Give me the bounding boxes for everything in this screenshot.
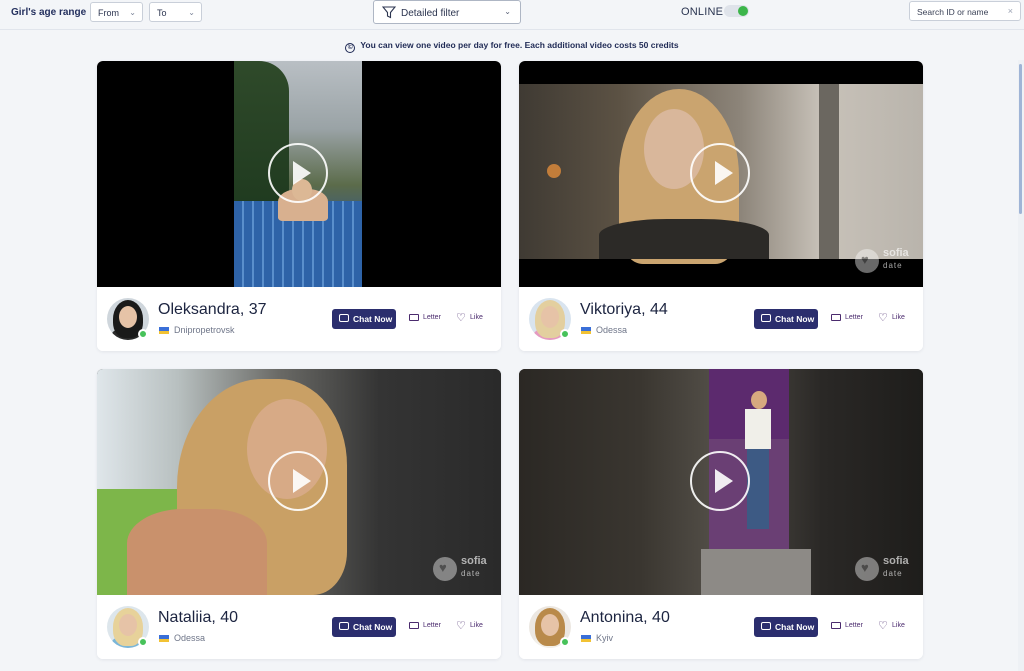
like-label: Like bbox=[470, 314, 483, 321]
scrollbar-thumb[interactable] bbox=[1019, 64, 1022, 214]
profile-name[interactable]: Nataliia, 40 bbox=[158, 609, 238, 627]
clear-icon[interactable]: × bbox=[1008, 6, 1013, 16]
online-status-dot bbox=[138, 637, 148, 647]
video-preview[interactable]: sofia date bbox=[97, 369, 501, 595]
profile-city: Odessa bbox=[174, 633, 206, 643]
envelope-icon bbox=[409, 622, 419, 629]
like-button[interactable]: ♡ Like bbox=[878, 312, 905, 324]
age-from-value: From bbox=[98, 8, 119, 18]
like-label: Like bbox=[892, 622, 905, 629]
letter-button[interactable]: Letter bbox=[831, 622, 863, 629]
online-status-dot bbox=[560, 637, 570, 647]
age-from-select[interactable]: From ⌄ bbox=[90, 2, 143, 22]
watermark-logo: sofia date bbox=[855, 247, 913, 275]
play-icon[interactable] bbox=[690, 143, 750, 203]
chat-icon bbox=[339, 314, 349, 322]
credits-icon: © bbox=[345, 43, 356, 53]
notice-text: You can view one video per day for free.… bbox=[360, 40, 679, 50]
letter-label: Letter bbox=[423, 314, 441, 321]
letter-button[interactable]: Letter bbox=[831, 314, 863, 321]
like-label: Like bbox=[892, 314, 905, 321]
ukraine-flag-icon bbox=[159, 327, 169, 334]
online-label: ONLINE bbox=[681, 6, 724, 18]
profile-name[interactable]: Antonina, 40 bbox=[580, 609, 670, 627]
search-input[interactable]: Search ID or name × bbox=[909, 1, 1021, 21]
ukraine-flag-icon bbox=[159, 635, 169, 642]
video-credits-notice: © You can view one video per day for free… bbox=[0, 40, 1024, 53]
play-icon[interactable] bbox=[690, 451, 750, 511]
profile-name[interactable]: Viktoriya, 44 bbox=[580, 301, 668, 319]
play-icon[interactable] bbox=[268, 143, 328, 203]
chat-icon bbox=[761, 314, 771, 322]
like-button[interactable]: ♡ Like bbox=[456, 312, 483, 324]
letter-button[interactable]: Letter bbox=[409, 622, 441, 629]
profile-info: Oleksandra, 37 Dnipropetrovsk Chat Now L… bbox=[97, 287, 501, 351]
toggle-knob bbox=[738, 6, 748, 16]
letter-label: Letter bbox=[845, 622, 863, 629]
heart-icon: ♡ bbox=[456, 620, 466, 632]
chat-now-label: Chat Now bbox=[775, 622, 815, 632]
chat-now-label: Chat Now bbox=[775, 314, 815, 324]
letter-label: Letter bbox=[423, 622, 441, 629]
chat-now-button[interactable]: Chat Now bbox=[754, 617, 818, 637]
chat-icon bbox=[339, 622, 349, 630]
letter-button[interactable]: Letter bbox=[409, 314, 441, 321]
chevron-down-icon: ⌄ bbox=[188, 8, 195, 17]
profile-name[interactable]: Oleksandra, 37 bbox=[158, 301, 267, 319]
online-toggle[interactable] bbox=[724, 5, 749, 17]
envelope-icon bbox=[409, 314, 419, 321]
chevron-down-icon: ⌄ bbox=[504, 7, 511, 16]
letter-label: Letter bbox=[845, 314, 863, 321]
online-status-dot bbox=[138, 329, 148, 339]
detailed-filter-button[interactable]: Detailed filter ⌄ bbox=[373, 0, 521, 24]
age-to-value: To bbox=[157, 8, 167, 18]
heart-icon: ♡ bbox=[878, 620, 888, 632]
like-button[interactable]: ♡ Like bbox=[878, 620, 905, 632]
chat-now-button[interactable]: Chat Now bbox=[754, 309, 818, 329]
profile-city: Odessa bbox=[596, 325, 628, 335]
age-to-select[interactable]: To ⌄ bbox=[149, 2, 202, 22]
filter-bar: Girl's age range From ⌄ To ⌄ Detailed fi… bbox=[0, 0, 1024, 30]
chevron-down-icon: ⌄ bbox=[129, 8, 136, 17]
like-button[interactable]: ♡ Like bbox=[456, 620, 483, 632]
like-label: Like bbox=[470, 622, 483, 629]
detailed-filter-label: Detailed filter bbox=[401, 8, 460, 19]
chat-now-label: Chat Now bbox=[353, 622, 393, 632]
watermark-logo: sofia date bbox=[433, 555, 491, 583]
ukraine-flag-icon bbox=[581, 327, 591, 334]
chat-icon bbox=[761, 622, 771, 630]
video-preview[interactable]: sofia date bbox=[519, 369, 923, 595]
profile-info: Antonina, 40 Kyiv Chat Now Letter ♡ Like bbox=[519, 595, 923, 659]
online-status-dot bbox=[560, 329, 570, 339]
heart-icon: ♡ bbox=[878, 312, 888, 324]
filter-icon bbox=[382, 6, 396, 19]
ukraine-flag-icon bbox=[581, 635, 591, 642]
profile-info: Viktoriya, 44 Odessa Chat Now Letter ♡ L… bbox=[519, 287, 923, 351]
chat-now-button[interactable]: Chat Now bbox=[332, 617, 396, 637]
envelope-icon bbox=[831, 622, 841, 629]
chat-now-label: Chat Now bbox=[353, 314, 393, 324]
chat-now-button[interactable]: Chat Now bbox=[332, 309, 396, 329]
video-preview[interactable]: sofia date bbox=[519, 61, 923, 287]
profile-card: Oleksandra, 37 Dnipropetrovsk Chat Now L… bbox=[97, 61, 501, 351]
profile-card: sofia date Viktoriya, 44 Odessa Chat Now… bbox=[519, 61, 923, 351]
heart-icon: ♡ bbox=[456, 312, 466, 324]
age-range-label: Girl's age range bbox=[11, 7, 87, 18]
profile-city: Dnipropetrovsk bbox=[174, 325, 235, 335]
watermark-logo: sofia date bbox=[855, 555, 913, 583]
video-preview[interactable] bbox=[97, 61, 501, 287]
search-placeholder: Search ID or name bbox=[917, 7, 989, 17]
envelope-icon bbox=[831, 314, 841, 321]
profile-card: sofia date Nataliia, 40 Odessa Chat Now … bbox=[97, 369, 501, 659]
profile-city: Kyiv bbox=[596, 633, 614, 643]
profile-card: sofia date Antonina, 40 Kyiv Chat Now Le… bbox=[519, 369, 923, 659]
profile-info: Nataliia, 40 Odessa Chat Now Letter ♡ Li… bbox=[97, 595, 501, 659]
play-icon[interactable] bbox=[268, 451, 328, 511]
